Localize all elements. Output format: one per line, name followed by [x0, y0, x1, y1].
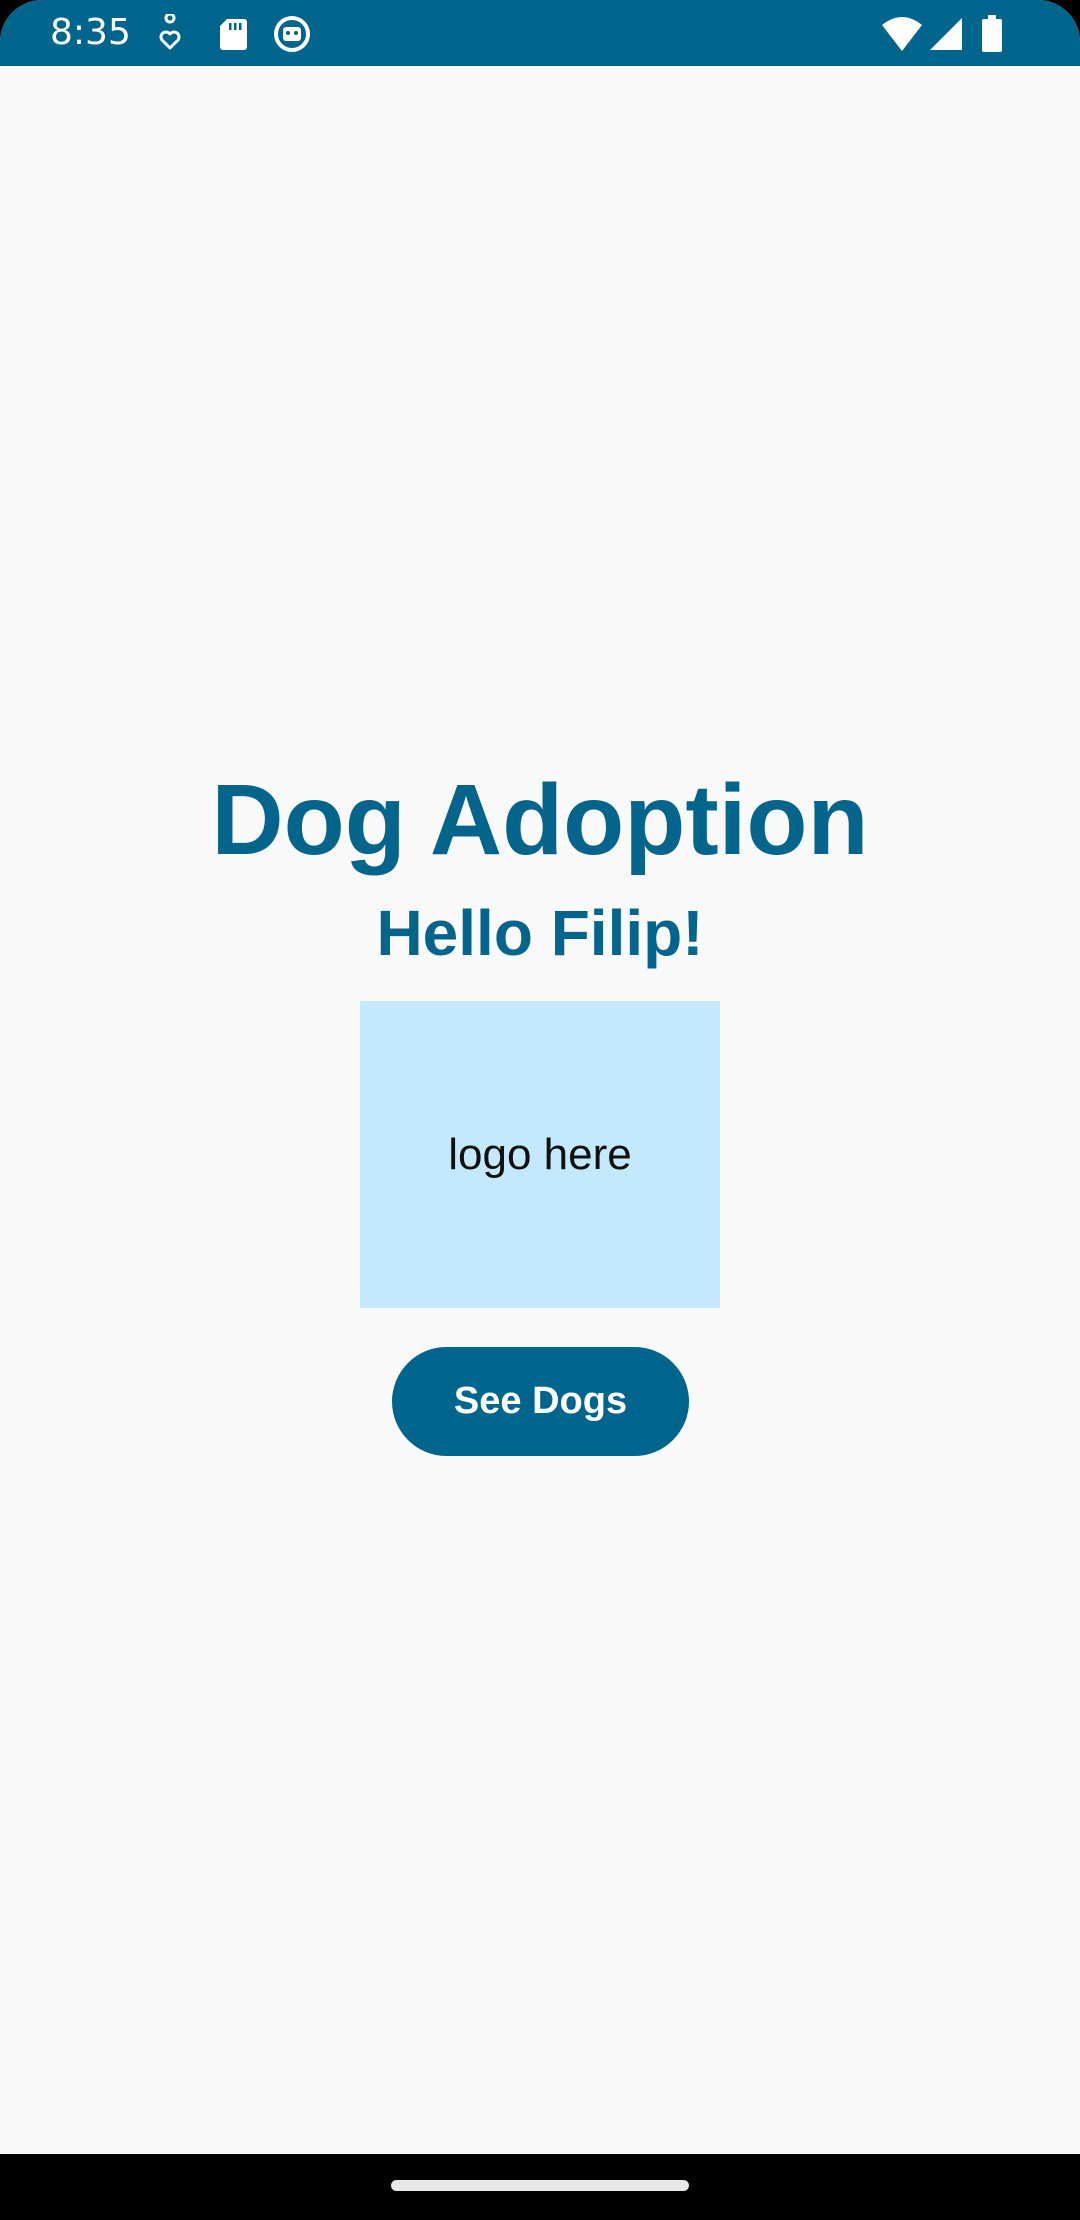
battery-icon: [980, 15, 1004, 53]
home-gesture-handle[interactable]: [391, 2180, 689, 2191]
status-bar: 8:35: [0, 0, 1080, 66]
greeting-text: Hello Filip!: [376, 897, 704, 969]
see-dogs-button[interactable]: See Dogs: [392, 1347, 689, 1456]
logo-placeholder-text: logo here: [448, 1129, 632, 1179]
logo-placeholder: logo here: [360, 1001, 720, 1308]
podcast-heart-icon: [150, 14, 190, 54]
page-title: Dog Adoption: [211, 764, 869, 876]
app-screen: 8:35 Dog Adoption Hello Filip! logo here…: [0, 0, 1080, 2220]
cell-signal-icon: [928, 16, 964, 52]
app-face-icon: [272, 14, 312, 54]
status-time: 8:35: [50, 12, 131, 53]
sd-card-icon: [213, 14, 253, 54]
wifi-icon: [880, 15, 924, 53]
